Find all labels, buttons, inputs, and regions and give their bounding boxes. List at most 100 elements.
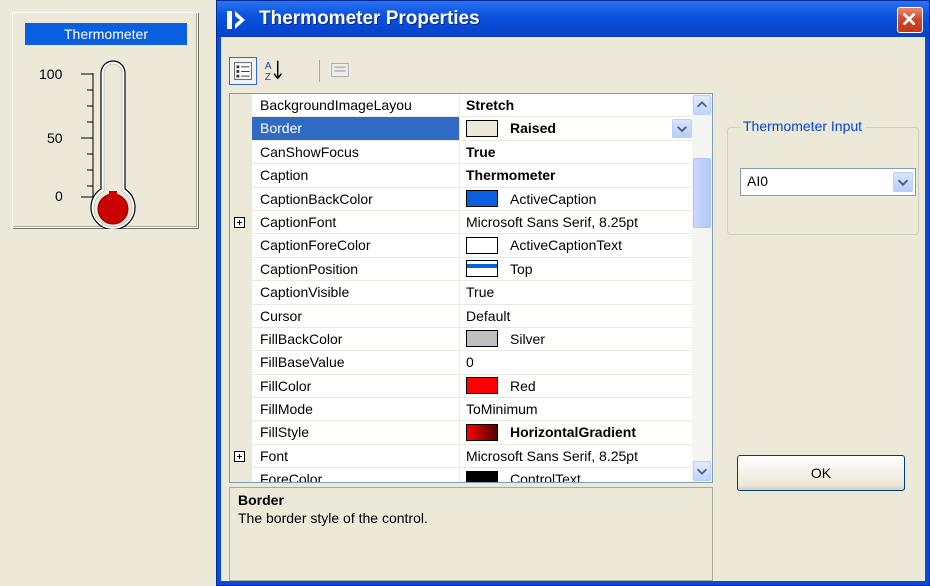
thermometer-preview: Thermometer 100 50 0 [12, 12, 198, 229]
chevron-down-icon [897, 179, 909, 187]
property-value[interactable]: ActiveCaption [460, 188, 694, 210]
property-value-text: True [466, 284, 495, 301]
property-value-text: Red [510, 377, 536, 394]
property-name[interactable]: ForeColor [252, 468, 460, 482]
property-name[interactable]: CaptionPosition [252, 257, 460, 281]
row-gutter [230, 164, 252, 187]
alphabetical-button[interactable]: A Z [261, 57, 289, 85]
property-row[interactable]: CanShowFocus True [230, 140, 694, 165]
property-value[interactable]: ActiveCaptionText [460, 234, 694, 256]
property-value[interactable]: ControlText [460, 468, 694, 483]
description-panel: Border The border style of the control. [229, 487, 713, 581]
property-value-text: ActiveCaptionText [510, 237, 623, 254]
input-select-dropdown-button[interactable] [893, 172, 913, 192]
input-select[interactable]: AI0 [740, 168, 916, 196]
property-name[interactable]: Font [252, 444, 460, 468]
property-value-text: ToMinimum [466, 401, 538, 418]
sort-az-icon: A Z [265, 60, 283, 83]
color-swatch [466, 423, 498, 441]
property-value-text: HorizontalGradient [510, 424, 637, 441]
row-gutter [230, 351, 252, 374]
row-gutter [230, 304, 252, 327]
property-pages-button[interactable] [327, 57, 355, 85]
property-name[interactable]: Cursor [252, 304, 460, 327]
property-value[interactable]: Microsoft Sans Serif, 8.25pt [460, 211, 694, 233]
property-row[interactable]: FillBaseValue 0 [230, 351, 694, 375]
property-name[interactable]: Caption [252, 164, 460, 187]
description-title: Border [238, 492, 284, 508]
color-swatch [466, 470, 498, 482]
property-value[interactable]: Raised [460, 117, 694, 139]
expand-icon[interactable] [234, 450, 245, 462]
scroll-down-button[interactable] [693, 461, 711, 481]
scale-label-50: 50 [47, 130, 63, 146]
property-row[interactable]: ForeColor ControlText [230, 468, 694, 483]
property-value[interactable]: Stretch [460, 94, 694, 116]
property-name[interactable]: FillBackColor [252, 327, 460, 351]
property-name[interactable]: FillStyle [252, 421, 460, 444]
property-row[interactable]: Border Raised [230, 117, 694, 141]
title-bar[interactable]: Thermometer Properties [217, 1, 929, 37]
property-value-text: Raised [510, 120, 556, 137]
property-name[interactable]: CaptionFont [252, 210, 460, 234]
row-gutter [230, 468, 252, 482]
property-name[interactable]: CaptionVisible [252, 281, 460, 304]
property-row[interactable]: CaptionBackColor ActiveCaption [230, 187, 694, 211]
property-value[interactable]: Top [460, 258, 694, 280]
row-gutter [230, 94, 252, 117]
property-row[interactable]: FillBackColor Silver [230, 327, 694, 352]
property-name[interactable]: FillColor [252, 374, 460, 398]
ok-button[interactable]: OK [737, 455, 905, 491]
property-name[interactable]: Border [252, 117, 460, 140]
property-row[interactable]: FillMode ToMinimum [230, 398, 694, 422]
property-value-text: Thermometer [466, 167, 556, 184]
property-value[interactable]: True [460, 141, 694, 163]
property-value-text: Top [510, 260, 533, 277]
scroll-thumb[interactable] [693, 158, 711, 228]
property-name[interactable]: FillMode [252, 398, 460, 421]
property-row[interactable]: Cursor Default [230, 304, 694, 328]
property-value[interactable]: Microsoft Sans Serif, 8.25pt [460, 445, 694, 467]
row-gutter [230, 117, 252, 140]
property-value[interactable]: Thermometer [460, 164, 694, 186]
property-name[interactable]: CaptionForeColor [252, 234, 460, 257]
property-row[interactable]: CaptionVisible True [230, 281, 694, 305]
property-grid: BackgroundImageLayou Stretch Border Raised C… [229, 93, 713, 483]
thermometer-bulb [97, 193, 129, 225]
property-value[interactable]: HorizontalGradient [460, 421, 694, 443]
toolbar-separator [319, 60, 320, 82]
property-row[interactable]: CaptionForeColor ActiveCaptionText [230, 234, 694, 258]
close-icon [903, 13, 916, 26]
thermometer-input-group: Thermometer Input AI0 [727, 118, 919, 235]
scroll-up-button[interactable] [693, 95, 711, 115]
property-row[interactable]: CaptionPosition Top [230, 257, 694, 282]
property-value[interactable]: Red [460, 375, 694, 397]
grid-scrollbar[interactable] [692, 94, 712, 482]
property-value[interactable]: 0 [460, 351, 694, 373]
property-value-text: ControlText [510, 471, 581, 483]
scale-ticks [81, 73, 94, 198]
color-swatch [466, 236, 498, 254]
categorized-button[interactable] [229, 57, 257, 85]
property-value[interactable]: True [460, 281, 694, 303]
value-dropdown-button[interactable] [672, 119, 692, 139]
property-row[interactable]: Font Microsoft Sans Serif, 8.25pt [230, 444, 694, 469]
thermometer-graphic: 100 50 0 [39, 60, 136, 229]
property-value[interactable]: Silver [460, 328, 694, 350]
close-button[interactable] [897, 7, 923, 33]
grid-toolbar: A Z [229, 57, 389, 85]
property-row[interactable]: CaptionFont Microsoft Sans Serif, 8.25pt [230, 210, 694, 235]
description-text: The border style of the control. [238, 510, 428, 526]
property-row[interactable]: Caption Thermometer [230, 164, 694, 188]
property-row[interactable]: BackgroundImageLayou Stretch [230, 94, 694, 118]
thermometer-caption: Thermometer [25, 23, 187, 45]
property-value[interactable]: Default [460, 305, 694, 327]
property-row[interactable]: FillStyle HorizontalGradient [230, 421, 694, 445]
property-name[interactable]: BackgroundImageLayou [252, 94, 460, 117]
property-value[interactable]: ToMinimum [460, 398, 694, 420]
property-name[interactable]: CaptionBackColor [252, 187, 460, 210]
property-name[interactable]: CanShowFocus [252, 140, 460, 164]
property-row[interactable]: FillColor Red [230, 374, 694, 399]
expand-icon[interactable] [234, 216, 245, 228]
property-name[interactable]: FillBaseValue [252, 351, 460, 374]
